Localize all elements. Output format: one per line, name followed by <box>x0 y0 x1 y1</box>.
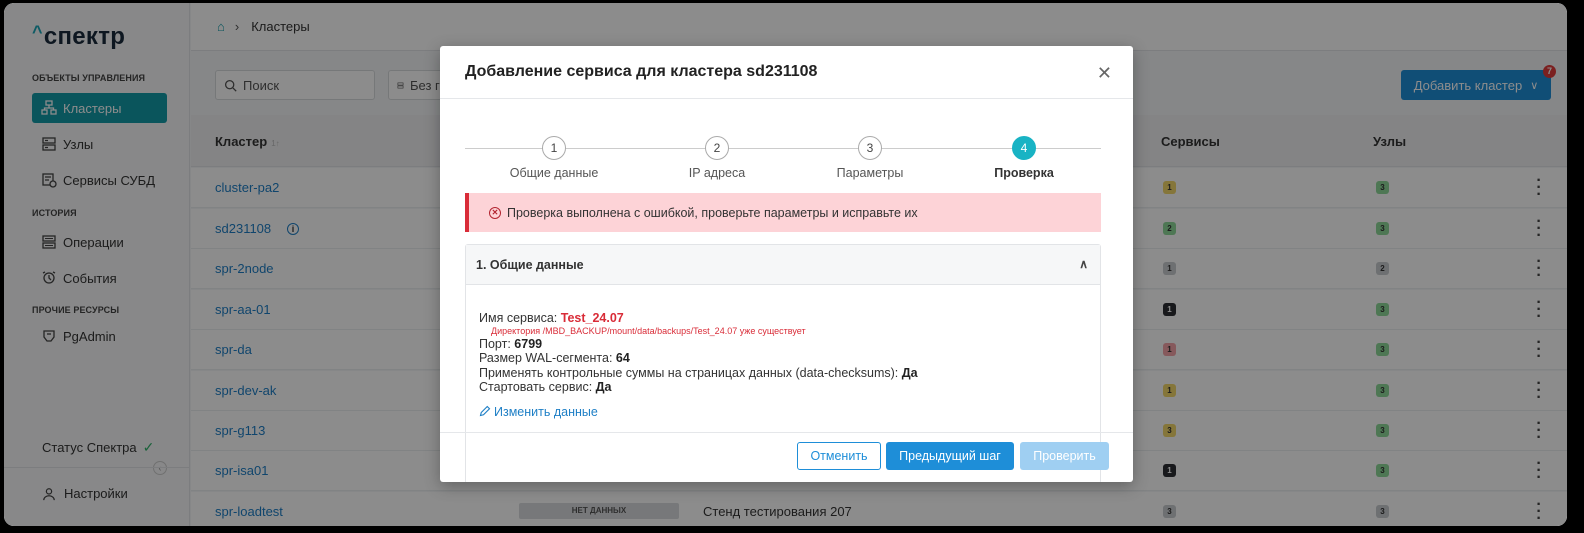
step-number: 1 <box>542 136 566 160</box>
step-label: Общие данные <box>509 166 599 180</box>
error-circle-icon: ✕ <box>489 206 501 219</box>
chevron-up-icon[interactable]: ∧ <box>1079 257 1088 271</box>
step-number: 4 <box>1012 136 1036 160</box>
step-params: 3 Параметры <box>800 135 940 180</box>
modal-title: Добавление сервиса для кластера sd231108 <box>465 63 818 80</box>
step-general: 1 Общие данные <box>484 135 624 180</box>
add-service-modal: Добавление сервиса для кластера sd231108… <box>440 46 1133 482</box>
step-label: Параметры <box>836 166 904 180</box>
step-check: 4 Проверка <box>954 135 1094 180</box>
step-label: Проверка <box>994 166 1054 180</box>
step-ip: 2 IP адреса <box>647 135 787 180</box>
checksums-row: Применять контрольные суммы на страницах… <box>479 365 918 380</box>
edit-data-link[interactable]: Изменить данные <box>479 405 598 419</box>
section-header[interactable]: 1. Общие данные ∧ <box>466 245 1100 285</box>
step-number: 3 <box>858 136 882 160</box>
wal-row: Размер WAL-сегмента: 64 <box>479 351 630 365</box>
close-icon[interactable]: ✕ <box>1097 63 1112 84</box>
port-row: Порт: 6799 <box>479 336 543 351</box>
divider <box>440 432 1133 433</box>
error-alert: ✕ Проверка выполнена с ошибкой, проверьт… <box>465 193 1101 232</box>
service-name-error: Директория /MBD_BACKUP/mount/data/backup… <box>491 325 806 336</box>
divider <box>440 98 1133 99</box>
app-window: ^спектр ОБЪЕКТЫ УПРАВЛЕНИЯ Кластеры Узлы… <box>4 3 1567 526</box>
stepper: 1 Общие данные 2 IP адреса 3 Параметры 4… <box>465 135 1101 185</box>
step-label: IP адреса <box>688 166 746 180</box>
pencil-icon <box>479 405 491 417</box>
check-button[interactable]: Проверить <box>1020 442 1109 470</box>
step-number: 2 <box>705 136 729 160</box>
service-details: Имя сервиса: Test_24.07 Директория /MBD_… <box>479 311 918 395</box>
previous-step-button[interactable]: Предыдущий шаг <box>886 442 1014 470</box>
start-row: Стартовать сервис: Да <box>479 380 612 394</box>
cancel-button[interactable]: Отменить <box>797 442 881 470</box>
service-name-row: Имя сервиса: Test_24.07 <box>479 311 624 325</box>
